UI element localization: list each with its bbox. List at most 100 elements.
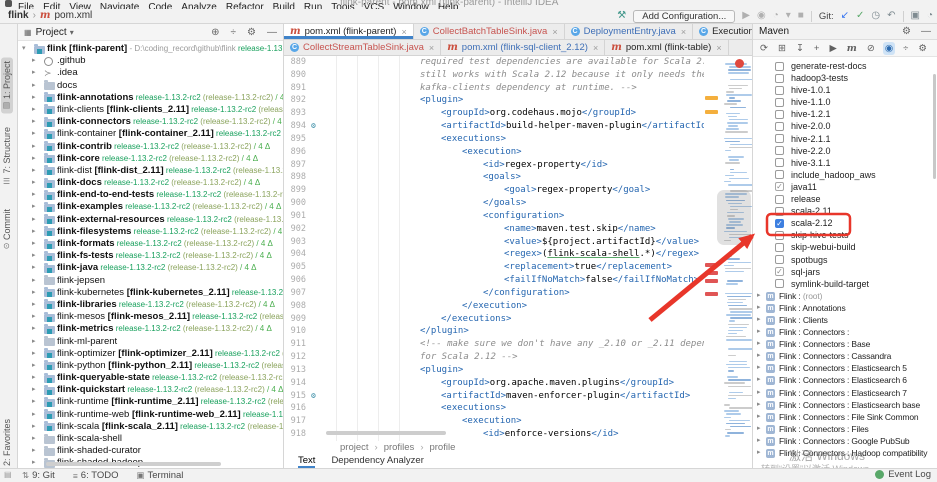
generate-sources-icon[interactable]: ⊞ — [776, 42, 788, 55]
update-project-icon[interactable]: ↙ — [841, 9, 849, 23]
code-line[interactable]: 913<plugin> — [284, 364, 752, 377]
code-line[interactable]: 912for Scala 2.12 --> — [284, 351, 752, 364]
editor-tab[interactable]: mpom.xml (flink-parent)× — [284, 24, 414, 39]
code-line[interactable]: 901<configuration> — [284, 210, 752, 223]
maven-module-row[interactable]: ▸mFlink : Connectors : Files — [753, 423, 937, 435]
maven-profile-row[interactable]: generate-rest-docs — [753, 60, 937, 72]
profile-checkbox[interactable] — [775, 110, 784, 119]
expand-arrow-icon[interactable]: ▸ — [32, 238, 36, 250]
expand-arrow-icon[interactable]: ▸ — [757, 350, 761, 362]
code-line[interactable]: 907</configuration> — [284, 287, 752, 300]
locate-icon[interactable]: ⊕ — [211, 27, 219, 38]
project-tree-item[interactable]: ▸docs — [18, 80, 283, 92]
tool-button-commit[interactable]: ⊙ Commit — [1, 206, 13, 252]
maven-module-row[interactable]: ▸mFlink : Connectors : Google PubSub — [753, 435, 937, 447]
hide-icon[interactable]: — — [921, 26, 931, 37]
project-tree-item[interactable]: ▸flink-shaded-curator — [18, 445, 283, 457]
code-line[interactable]: 889required test dependencies are availa… — [284, 56, 752, 69]
code-line[interactable]: 898<goals> — [284, 171, 752, 184]
project-tree-item[interactable]: ▸flink-quickstart release-1.13.2-rc2 (re… — [18, 384, 283, 396]
expand-arrow-icon[interactable]: ▸ — [32, 141, 36, 153]
expand-arrow-icon[interactable]: ▸ — [757, 387, 761, 399]
breadcrumb-item[interactable]: project — [340, 442, 369, 453]
expand-arrow-icon[interactable]: ▸ — [32, 104, 36, 116]
project-tree-item[interactable]: ▸flink-runtime [flink-runtime_2.11] rele… — [18, 396, 283, 408]
profile-checkbox[interactable] — [775, 207, 784, 216]
project-tree-item[interactable]: ▸flink-docs release-1.13.2-rc2 (release-… — [18, 177, 283, 189]
project-tree-item[interactable]: ▸flink-runtime-web [flink-runtime-web_2.… — [18, 409, 283, 421]
maven-profile-row[interactable]: release — [753, 193, 937, 205]
project-tree-item[interactable]: ▸flink-formats release-1.13.2-rc2 (relea… — [18, 238, 283, 250]
code-line[interactable]: 910</plugin> — [284, 325, 752, 338]
run-button-icon[interactable]: ▶ — [742, 9, 750, 23]
project-tree-item[interactable]: ▸flink-clients [flink-clients_2.11] rele… — [18, 104, 283, 116]
hide-icon[interactable]: — — [267, 27, 277, 38]
code-line[interactable]: 900</goals> — [284, 197, 752, 210]
event-log[interactable]: Event Log — [875, 469, 931, 480]
profile-checkbox[interactable] — [775, 86, 784, 95]
maven-module-row[interactable]: ▸mFlink : Connectors : Elasticsearch 7 — [753, 387, 937, 399]
expand-arrow-icon[interactable]: ▸ — [32, 250, 36, 262]
profile-checkbox[interactable]: ✓ — [775, 182, 784, 191]
expand-arrow-icon[interactable]: ▸ — [757, 338, 761, 350]
code-editor[interactable]: 889required test dependencies are availa… — [284, 56, 752, 441]
profile-checkbox[interactable] — [775, 158, 784, 167]
project-tree[interactable]: ▾flink [flink-parent] - D:\coding_record… — [18, 43, 283, 468]
code-line[interactable]: 895<executions> — [284, 133, 752, 146]
expand-arrow-icon[interactable]: ▸ — [32, 226, 36, 238]
execute-maven-goal-icon[interactable]: m — [845, 42, 859, 55]
expand-arrow-icon[interactable]: ▸ — [32, 384, 36, 396]
add-configuration-button[interactable]: Add Configuration... — [633, 10, 735, 23]
expand-arrow-icon[interactable]: ▸ — [757, 447, 761, 459]
project-tree-item[interactable]: ▸flink-kubernetes [flink-kubernetes_2.11… — [18, 287, 283, 299]
settings-icon[interactable]: ⚙ — [902, 26, 911, 37]
profile-checkbox[interactable] — [775, 146, 784, 155]
code-line[interactable]: 911<!-- make sure we don't have any _2.1… — [284, 338, 752, 351]
profile-checkbox[interactable] — [775, 255, 784, 264]
download-sources-icon[interactable]: ↧ — [794, 42, 806, 55]
maven-module-row[interactable]: ▸mFlink : Connectors : File Sink Common — [753, 411, 937, 423]
close-icon[interactable]: × — [593, 43, 598, 53]
project-tree-item[interactable]: ▸flink-external-resources release-1.13.2… — [18, 214, 283, 226]
expand-arrow-icon[interactable]: ▸ — [32, 457, 36, 468]
expand-arrow-icon[interactable]: ▸ — [32, 92, 36, 104]
maven-module-row[interactable]: ▸mFlink : Connectors : — [753, 326, 937, 338]
expand-arrow-icon[interactable]: ▸ — [757, 435, 761, 447]
editor-vscrollbar[interactable] — [717, 190, 751, 245]
expand-arrow-icon[interactable]: ▸ — [757, 326, 761, 338]
maven-module-row[interactable]: ▸mFlink : (root) — [753, 290, 937, 302]
reload-maven-projects-icon[interactable]: ⟳ — [758, 42, 770, 55]
profile-checkbox[interactable] — [775, 134, 784, 143]
status-git[interactable]: ⇅9: Git — [22, 470, 55, 481]
project-tree-item[interactable]: ▸flink-filesystems release-1.13.2-rc2 (r… — [18, 226, 283, 238]
project-tree-root[interactable]: ▾flink [flink-parent] - D:\coding_record… — [18, 43, 283, 55]
profile-checkbox[interactable] — [775, 62, 784, 71]
menu-item-view[interactable]: View — [69, 2, 91, 9]
code-line[interactable]: 916<executions> — [284, 402, 752, 415]
project-tree-item[interactable]: ▸≻.idea — [18, 67, 283, 79]
add-maven-project-icon[interactable]: + — [812, 42, 822, 55]
editor-tab[interactable]: CCollectStreamTableSink.java× — [284, 40, 441, 55]
expand-arrow-icon[interactable]: ▸ — [32, 165, 36, 177]
code-line[interactable]: 897<id>regex-property</id> — [284, 159, 752, 172]
code-line[interactable]: 917<execution> — [284, 415, 752, 428]
build-hammer-icon[interactable]: ⚒ — [617, 9, 626, 23]
code-line[interactable]: 905<replacement>true</replacement> — [284, 261, 752, 274]
expand-arrow-icon[interactable]: ▸ — [32, 348, 36, 360]
code-line[interactable]: 903<value>${project.artifactId}</value> — [284, 236, 752, 249]
breadcrumb-item[interactable]: profile — [429, 442, 455, 453]
collapse-all-icon[interactable]: ÷ — [231, 27, 237, 38]
maven-module-row[interactable]: ▸mFlink : Connectors : Elasticsearch 5 — [753, 362, 937, 374]
maven-profile-row[interactable]: hive-2.1.1 — [753, 133, 937, 145]
maven-profile-row[interactable]: hadoop3-tests — [753, 72, 937, 84]
maven-profile-row[interactable]: ✓scala-2.12 — [753, 217, 937, 229]
debug-button-icon[interactable]: ◉ — [757, 9, 766, 23]
chevron-down-icon[interactable]: ▾ — [70, 28, 74, 37]
settings-icon[interactable]: ⚙ — [247, 27, 256, 38]
maven-profile-row[interactable]: include_hadoop_aws — [753, 169, 937, 181]
breadcrumb-project[interactable]: flink — [8, 10, 29, 21]
tool-window-switcher-icon[interactable]: ▤ — [4, 470, 12, 479]
maven-profile-row[interactable]: scala-2.11 — [753, 205, 937, 217]
project-tree-item[interactable]: ▸flink-optimizer [flink-optimizer_2.11] … — [18, 348, 283, 360]
code-line[interactable]: 914<groupId>org.apache.maven.plugins</gr… — [284, 377, 752, 390]
